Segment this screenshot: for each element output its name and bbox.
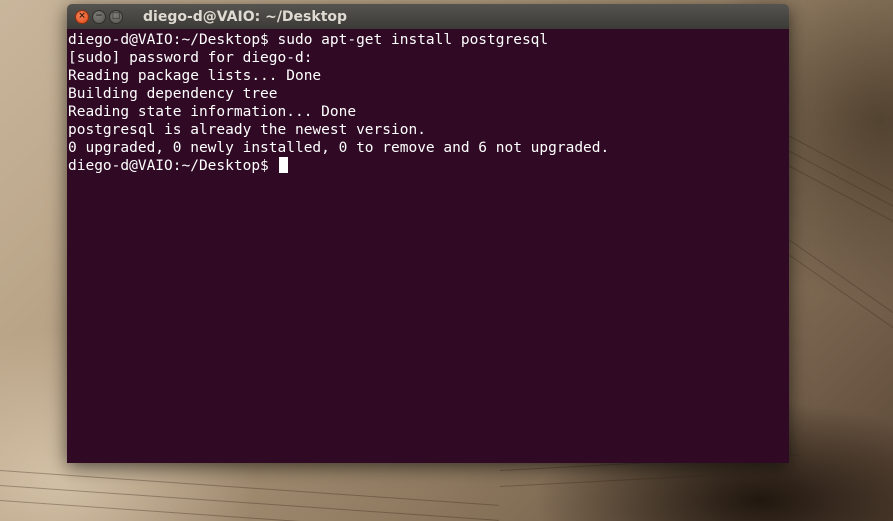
terminal-output-area[interactable]: diego-d@VAIO:~/Desktop$ sudo apt-get ins… bbox=[67, 29, 789, 463]
close-icon: × bbox=[78, 11, 86, 21]
window-title: diego-d@VAIO: ~/Desktop bbox=[143, 8, 348, 25]
text-cursor bbox=[278, 157, 288, 173]
wallpaper-staff-line bbox=[499, 470, 800, 487]
terminal-line: Reading package lists... Done bbox=[68, 68, 322, 84]
terminal-prompt-line[interactable]: diego-d@VAIO:~/Desktop$ bbox=[68, 157, 789, 175]
terminal-line: [sudo] password for diego-d: bbox=[68, 50, 313, 66]
terminal-line: diego-d@VAIO:~/Desktop$ sudo apt-get ins… bbox=[68, 32, 549, 48]
close-window-button[interactable]: × bbox=[75, 9, 89, 24]
terminal-line: 0 upgraded, 0 newly installed, 0 to remo… bbox=[68, 140, 610, 156]
wallpaper-staff-line bbox=[0, 485, 499, 521]
maximize-icon: □ bbox=[111, 11, 121, 21]
terminal-window[interactable]: × − □ diego-d@VAIO: ~/Desktop diego-d@VA… bbox=[67, 4, 789, 463]
shell-prompt: diego-d@VAIO:~/Desktop$ bbox=[68, 158, 278, 174]
terminal-line: Building dependency tree bbox=[68, 86, 278, 102]
wallpaper-staff-line bbox=[789, 240, 893, 333]
window-controls: × − □ bbox=[75, 9, 123, 24]
terminal-line: Reading state information... Done bbox=[68, 104, 357, 120]
terminal-line: postgresql is already the newest version… bbox=[68, 122, 426, 138]
maximize-window-button[interactable]: □ bbox=[109, 9, 123, 24]
minimize-window-button[interactable]: − bbox=[92, 9, 106, 24]
minimize-icon: − bbox=[95, 11, 103, 21]
window-titlebar[interactable]: × − □ diego-d@VAIO: ~/Desktop bbox=[67, 4, 789, 29]
wallpaper-staff-line bbox=[0, 470, 499, 506]
